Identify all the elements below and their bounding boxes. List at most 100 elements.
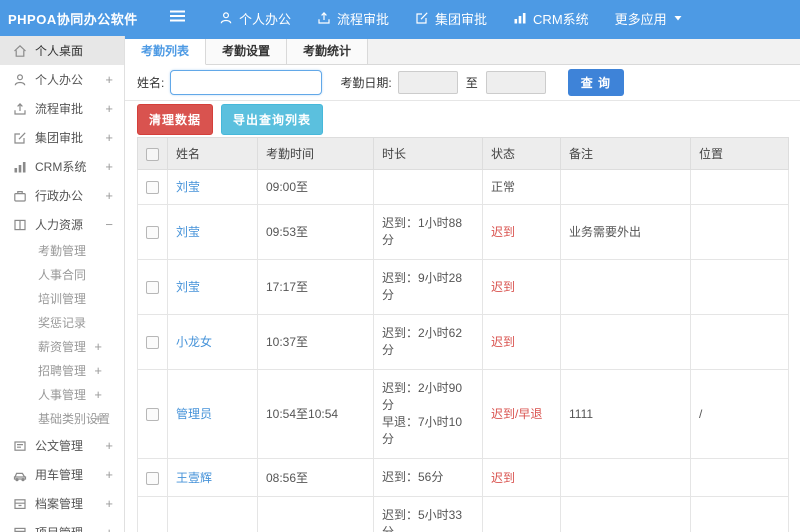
topnav-item-3[interactable]: 集团审批: [402, 0, 500, 36]
employee-name-link[interactable]: 管理员: [167, 369, 258, 460]
duration-cell: 迟到：1小时88分: [373, 204, 483, 261]
sidebar-subitem-2[interactable]: 人事合同: [0, 263, 124, 287]
name-filter-label: 姓名:: [137, 76, 165, 90]
note-cell: 业务需要外出: [560, 204, 691, 261]
sidebar-subitem-7[interactable]: 人事管理 +: [0, 383, 124, 407]
select-all-checkbox[interactable]: [146, 147, 159, 161]
archive-icon: [13, 497, 27, 511]
row-checkbox[interactable]: [146, 336, 159, 350]
app-logo: PHPOA协同办公软件: [8, 11, 138, 27]
date-to-input[interactable]: [485, 71, 546, 94]
topnav-label: 个人办公: [239, 11, 292, 27]
duration-cell: 迟到：9小时28分: [373, 259, 483, 316]
row-checkbox[interactable]: [146, 181, 159, 195]
sidebar-item-5[interactable]: CRM系统 +: [0, 152, 124, 181]
share-icon: [317, 11, 331, 25]
sidebar-item-8[interactable]: 公文管理 +: [0, 431, 124, 460]
duration-cell: 迟到：5小时33分早退：4小时67分: [373, 496, 483, 532]
late-duration: 迟到：2小时62分: [382, 326, 463, 358]
sidebar-subitem-1[interactable]: 考勤管理: [0, 239, 124, 263]
row-checkbox[interactable]: [146, 226, 159, 240]
attendance-time-cell: 17:17至: [257, 259, 374, 316]
search-button[interactable]: 查 询: [567, 69, 625, 96]
header-checkbox-cell: [137, 137, 168, 170]
topnav-item-5[interactable]: 更多应用: [602, 0, 696, 36]
sidebar-subitem-5[interactable]: 薪资管理 +: [0, 335, 124, 359]
expand-toggle-icon[interactable]: −: [105, 217, 113, 232]
location-cell: [690, 259, 789, 316]
expand-toggle-icon[interactable]: +: [105, 438, 113, 453]
expand-toggle-icon[interactable]: +: [105, 72, 113, 87]
expand-toggle-icon[interactable]: +: [105, 467, 113, 482]
topnav-label: 流程审批: [337, 11, 390, 27]
sidebar-subitem-label: 奖惩记录: [38, 316, 87, 330]
tab-2[interactable]: 考勤设置: [206, 39, 288, 64]
early-leave-duration: 早退：7小时10分: [382, 415, 463, 447]
location-cell: [690, 204, 789, 261]
sidebar-item-label: CRM系统: [35, 160, 87, 174]
expand-toggle-icon[interactable]: +: [105, 130, 113, 145]
topnav-item-4[interactable]: CRM系统: [500, 0, 602, 36]
expand-toggle-icon[interactable]: +: [94, 407, 102, 431]
employee-name-link[interactable]: 刘莹: [167, 204, 258, 261]
share-icon: [13, 102, 27, 116]
caret-down-icon: [673, 13, 683, 23]
expand-toggle-icon[interactable]: +: [105, 525, 113, 532]
project-icon: [13, 526, 27, 532]
expand-toggle-icon[interactable]: +: [105, 101, 113, 116]
topnav-label: 更多应用: [614, 11, 667, 27]
employee-name-link[interactable]: 刘莹: [167, 259, 258, 316]
table-row: 刘莹 17:17至 迟到：9小时28分 迟到: [137, 259, 789, 316]
row-checkbox-cell: [137, 458, 168, 498]
sidebar-item-2[interactable]: 个人办公 +: [0, 65, 124, 94]
clear-data-button[interactable]: 清理数据: [137, 103, 214, 135]
name-filter-input[interactable]: [170, 70, 323, 95]
expand-toggle-icon[interactable]: +: [105, 188, 113, 203]
sidebar-item-6[interactable]: 行政办公 +: [0, 181, 124, 210]
topnav-item-2[interactable]: 流程审批: [304, 0, 402, 36]
row-checkbox[interactable]: [146, 471, 159, 485]
row-checkbox[interactable]: [146, 281, 159, 295]
expand-toggle-icon[interactable]: +: [105, 159, 113, 174]
employee-name-link[interactable]: 刘莹: [167, 168, 258, 206]
sidebar-subitem-label: 招聘管理: [38, 364, 87, 378]
date-from-input[interactable]: [397, 71, 458, 94]
sidebar-item-7[interactable]: 人力资源 −: [0, 210, 124, 239]
sidebar-item-4[interactable]: 集团审批 +: [0, 123, 124, 152]
sidebar-subitem-8[interactable]: 基础类别设置 +: [0, 407, 124, 431]
sidebar-subitem-4[interactable]: 奖惩记录: [0, 311, 124, 335]
sidebar-item-label: 项目管理: [35, 524, 83, 532]
employee-name-link[interactable]: 黄蓉: [167, 496, 258, 532]
sidebar-item-1[interactable]: 个人桌面: [0, 36, 124, 65]
expand-toggle-icon[interactable]: +: [105, 496, 113, 511]
duration-cell: 迟到：56分: [373, 458, 483, 498]
employee-name-link[interactable]: 王壹辉: [167, 458, 258, 498]
hamburger-menu-button[interactable]: [169, 9, 186, 28]
expand-toggle-icon[interactable]: +: [94, 335, 102, 359]
status-badge: 迟到: [482, 259, 561, 316]
hamburger-icon: [169, 9, 186, 28]
tab-1[interactable]: 考勤列表: [125, 39, 207, 65]
sidebar-subitem-3[interactable]: 培训管理: [0, 287, 124, 311]
tab-3[interactable]: 考勤统计: [287, 39, 369, 64]
duration-cell: 迟到：2小时62分: [373, 314, 483, 371]
briefcase-icon: [13, 189, 27, 203]
sidebar-item-9[interactable]: 用车管理 +: [0, 460, 124, 489]
sidebar-item-10[interactable]: 档案管理 +: [0, 489, 124, 518]
employee-name-link[interactable]: 小龙女: [167, 314, 258, 371]
attendance-time-cell: 13:20至13:20: [257, 496, 374, 532]
row-checkbox[interactable]: [146, 408, 159, 422]
topnav-item-1[interactable]: 个人办公: [206, 0, 304, 36]
sidebar-subitem-6[interactable]: 招聘管理 +: [0, 359, 124, 383]
sidebar-item-label: 个人桌面: [35, 44, 84, 58]
sidebar-item-11[interactable]: 项目管理 +: [0, 518, 124, 532]
person-icon: [219, 11, 233, 25]
expand-toggle-icon[interactable]: +: [94, 383, 102, 407]
expand-toggle-icon[interactable]: +: [94, 359, 102, 383]
app-header: PHPOA协同办公软件 个人办公 流程审批 集团审批 CRM系统 更多应用: [0, 0, 800, 36]
export-list-button[interactable]: 导出查询列表: [221, 103, 324, 135]
note-cell: [560, 259, 691, 316]
sidebar-item-3[interactable]: 流程审批 +: [0, 94, 124, 123]
location-cell: [690, 314, 789, 371]
table-row: 王壹辉 08:56至 迟到：56分 迟到: [137, 458, 789, 498]
